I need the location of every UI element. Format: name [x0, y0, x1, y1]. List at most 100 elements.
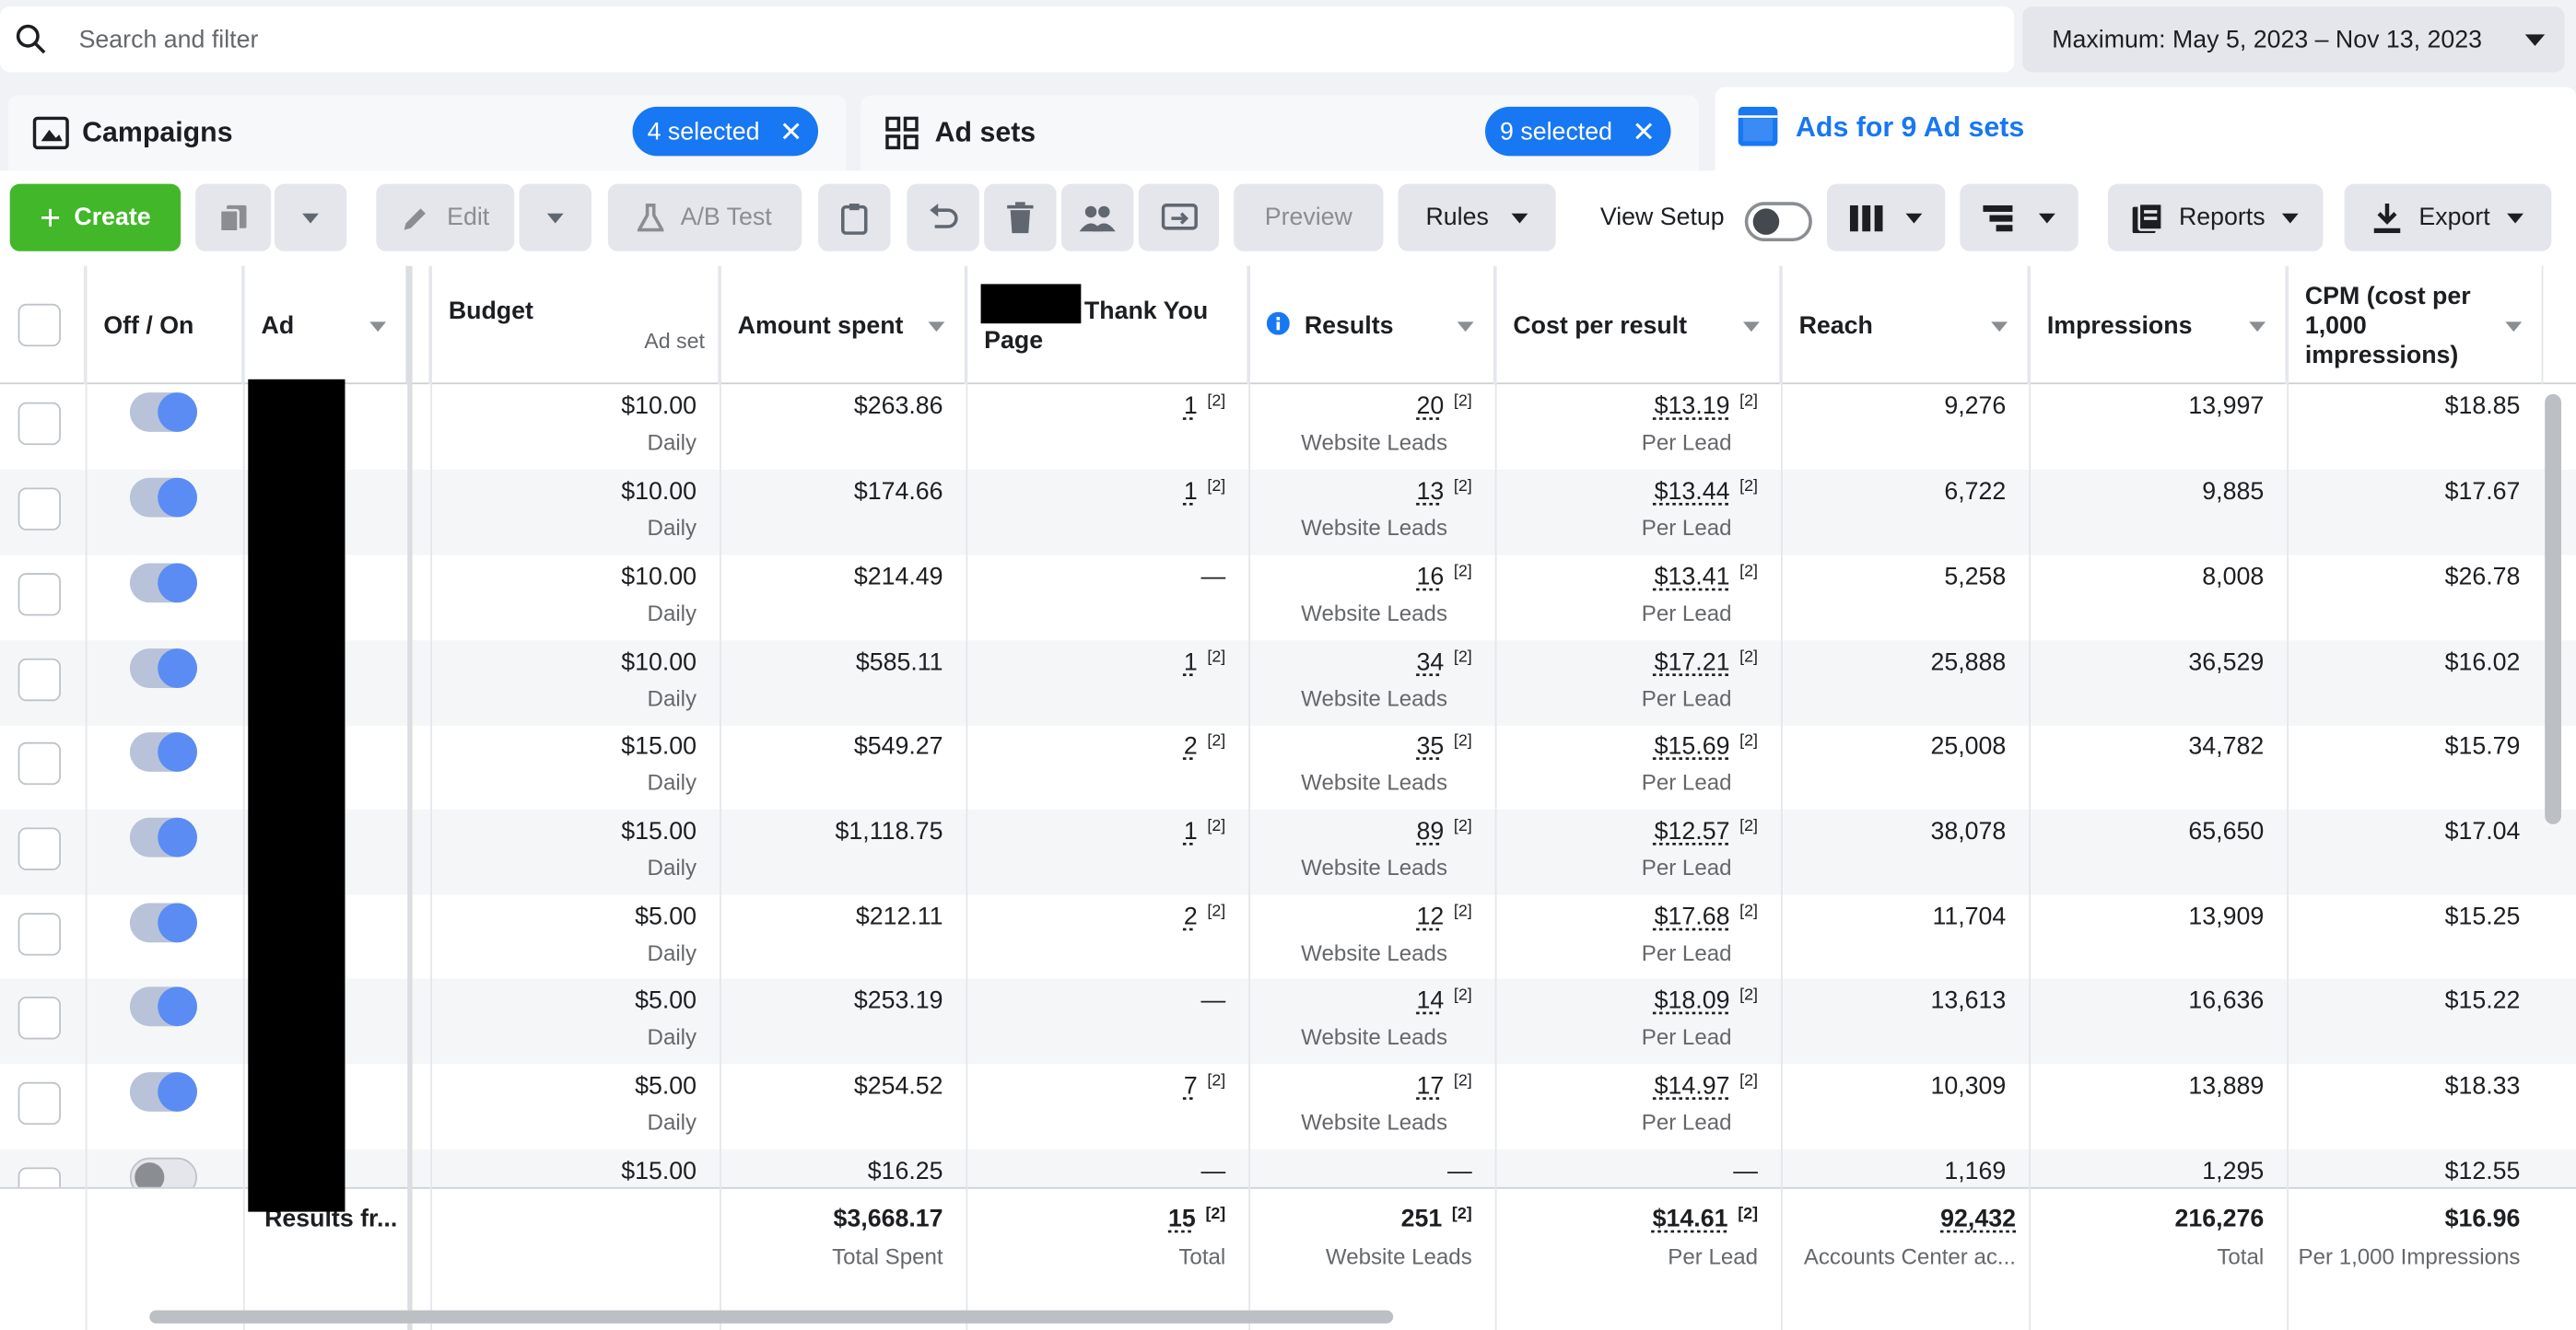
total-cpr[interactable]: $14.61 [1653, 1206, 1728, 1233]
header-results[interactable]: Results [1248, 265, 1495, 385]
header-amount-spent[interactable]: Amount spent [720, 265, 966, 385]
header-off-on[interactable]: Off / On [86, 265, 243, 385]
tab-campaigns[interactable]: Campaigns 4 selected ✕ [7, 95, 847, 171]
ab-test-button[interactable]: A/B Test [607, 183, 802, 251]
ad-status-toggle[interactable] [129, 392, 197, 432]
ad-status-toggle[interactable] [129, 563, 197, 603]
tab-ads[interactable]: Ads for 9 Ad sets [1715, 87, 2576, 173]
budget-cell[interactable]: $15.00 Daily [430, 724, 720, 810]
search-bar[interactable]: Search and filter [0, 6, 2015, 73]
cost-per-result-value[interactable]: $13.44 [1655, 478, 1730, 506]
create-button[interactable]: + Create [9, 183, 181, 251]
thank-you-value[interactable]: 2 [1184, 903, 1198, 930]
row-checkbox[interactable] [18, 573, 61, 616]
table-row[interactable]: $10.00 Daily $174.66 1 [2] 13 [2] Website … [0, 469, 2576, 555]
sort-icon[interactable] [928, 321, 945, 332]
table-row[interactable]: $10.00 Daily $214.49 — 16 [2] Website Lea… [0, 555, 2576, 641]
results-value[interactable]: 16 [1416, 563, 1444, 590]
thank-you-value[interactable]: 1 [1184, 392, 1198, 420]
thank-you-value[interactable]: 1 [1184, 818, 1198, 846]
export-button[interactable]: Export [2344, 183, 2552, 251]
cost-per-result-value[interactable]: $12.57 [1655, 818, 1730, 846]
table-row[interactable]: $5.00 Daily $212.11 2 [2] 12 [2] Website L… [0, 895, 2576, 981]
ad-status-toggle[interactable] [129, 986, 197, 1027]
row-checkbox[interactable] [18, 997, 61, 1040]
ad-status-toggle[interactable] [129, 648, 197, 688]
duplicate-button[interactable] [195, 183, 272, 251]
cost-per-result-value[interactable]: $17.21 [1655, 648, 1730, 676]
sort-icon[interactable] [1991, 321, 2008, 332]
tab-ad-sets[interactable]: Ad sets 9 selected ✕ [861, 95, 1699, 171]
ad-status-toggle[interactable] [129, 903, 197, 943]
header-impressions[interactable]: Impressions [2029, 265, 2288, 385]
thank-you-value[interactable]: 1 [1184, 648, 1198, 676]
duplicate-dropdown[interactable] [274, 183, 347, 251]
table-row[interactable]: $10.00 Daily $585.11 1 [2] 34 [2] Website … [0, 640, 2576, 726]
thank-you-value[interactable]: 2 [1184, 732, 1198, 760]
row-checkbox[interactable] [18, 658, 61, 702]
share-button[interactable] [1138, 183, 1220, 251]
results-value[interactable]: 13 [1416, 478, 1444, 506]
budget-cell[interactable]: $10.00 Daily [430, 470, 720, 555]
results-value[interactable]: 17 [1416, 1072, 1444, 1100]
budget-cell[interactable]: $10.00 Daily [430, 555, 720, 641]
row-checkbox[interactable] [18, 402, 61, 446]
delete-button[interactable] [984, 183, 1057, 251]
sort-icon[interactable] [1457, 321, 1474, 332]
results-value[interactable]: 35 [1416, 732, 1444, 760]
rules-button[interactable]: Rules [1398, 183, 1556, 251]
date-range-picker[interactable]: Maximum: May 5, 2023 – Nov 13, 2023 [2022, 6, 2565, 73]
results-value[interactable]: 14 [1416, 986, 1444, 1014]
budget-cell[interactable]: $10.00 Daily [430, 640, 720, 726]
undo-button[interactable] [907, 183, 979, 251]
table-row[interactable]: $15.00 Daily $1,118.75 1 [2] 89 [2] Websit… [0, 809, 2576, 895]
edit-button[interactable]: Edit [376, 183, 515, 251]
total-reach[interactable]: 92,432 [1940, 1206, 2016, 1233]
ad-status-toggle[interactable] [129, 477, 197, 518]
table-row[interactable]: $5.00 Daily $253.19 — 14 [2] Website Lead… [0, 978, 2576, 1065]
close-icon[interactable]: ✕ [1632, 117, 1655, 145]
results-value[interactable]: 20 [1416, 392, 1444, 420]
sort-icon[interactable] [2505, 321, 2523, 332]
row-checkbox[interactable] [18, 741, 61, 786]
breakdown-button[interactable] [1960, 183, 2078, 251]
ad-status-toggle[interactable] [129, 732, 197, 772]
row-checkbox[interactable] [18, 1081, 61, 1126]
campaigns-selected-pill[interactable]: 4 selected ✕ [632, 106, 818, 157]
preview-button[interactable]: Preview [1234, 183, 1384, 251]
table-row[interactable]: $10.00 Daily $263.86 1 [2] 20 [2] Website … [0, 384, 2576, 470]
budget-cell[interactable]: $15.00 Daily [430, 810, 720, 895]
cost-per-result-value[interactable]: $15.69 [1655, 732, 1730, 760]
cost-per-result-value[interactable]: $14.97 [1655, 1072, 1730, 1100]
horizontal-scrollbar[interactable] [149, 1310, 1394, 1324]
cost-per-result-value[interactable]: $13.41 [1655, 563, 1730, 590]
sort-icon[interactable] [1742, 321, 1760, 332]
ad-status-toggle[interactable] [129, 1072, 197, 1112]
reports-button[interactable]: Reports [2107, 183, 2324, 251]
frozen-column-divider[interactable] [407, 265, 413, 1330]
budget-cell[interactable]: $10.00 Daily [430, 384, 720, 470]
sort-icon[interactable] [369, 321, 387, 332]
table-row[interactable]: $5.00 Daily $254.52 7 [2] 17 [2] Website L… [0, 1064, 2576, 1149]
budget-cell[interactable]: $5.00 Daily [430, 895, 720, 981]
edit-dropdown[interactable] [519, 183, 591, 251]
row-checkbox[interactable] [18, 913, 61, 956]
ad-sets-selected-pill[interactable]: 9 selected ✕ [1485, 106, 1670, 157]
header-reach[interactable]: Reach [1781, 265, 2030, 385]
clipboard-button[interactable] [818, 183, 891, 251]
results-value[interactable]: 34 [1416, 648, 1444, 676]
results-value[interactable]: 12 [1416, 903, 1444, 930]
budget-cell[interactable]: $5.00 Daily [430, 1064, 720, 1149]
vertical-scrollbar[interactable] [2545, 393, 2562, 824]
columns-button[interactable] [1826, 183, 1946, 251]
budget-cell[interactable]: $5.00 Daily [430, 978, 720, 1064]
thank-you-value[interactable]: 1 [1184, 478, 1198, 506]
thank-you-value[interactable]: 7 [1184, 1072, 1198, 1100]
row-checkbox[interactable] [18, 827, 61, 870]
cost-per-result-value[interactable]: $13.19 [1655, 392, 1730, 420]
close-icon[interactable]: ✕ [779, 117, 802, 145]
cost-per-result-value[interactable]: $18.09 [1655, 986, 1730, 1014]
row-checkbox[interactable] [18, 487, 61, 531]
ad-status-toggle[interactable] [129, 817, 197, 858]
info-icon[interactable] [1266, 311, 1290, 335]
